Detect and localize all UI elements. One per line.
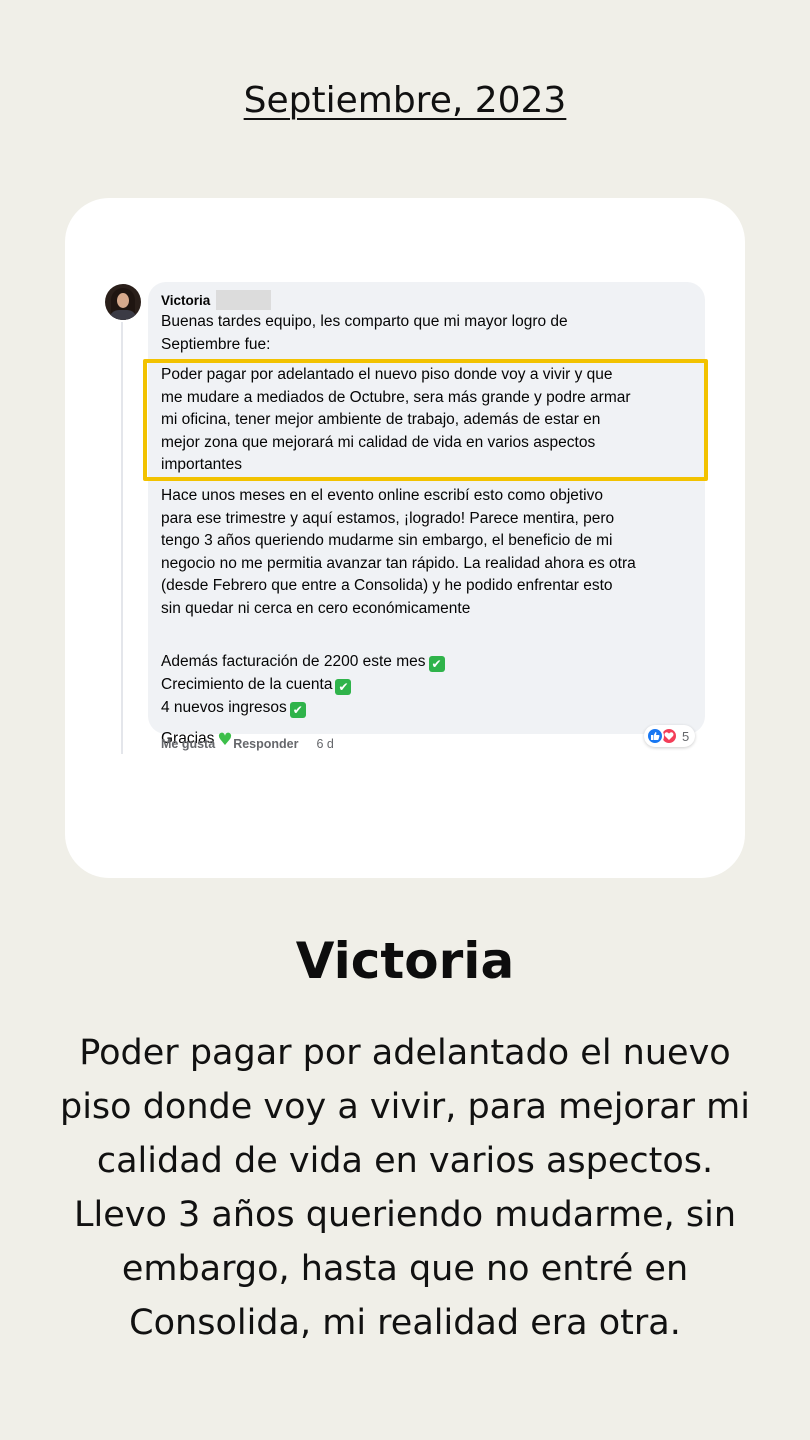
- thread-line: [121, 322, 123, 754]
- highlight-box: [143, 359, 708, 481]
- like-button[interactable]: Me gusta: [161, 737, 215, 751]
- check-icon: ✔: [289, 701, 306, 718]
- comment-intro: Buenas tardes equipo, les comparto que m…: [161, 313, 568, 353]
- avatar-shirt: [109, 310, 137, 320]
- reaction-count: 5: [682, 728, 690, 744]
- comment-author-name[interactable]: Victoria: [161, 293, 210, 308]
- comment-timestamp[interactable]: 6 d: [316, 737, 333, 751]
- reply-button[interactable]: Responder: [233, 737, 298, 751]
- comment-paragraph: Hace unos meses en el evento online escr…: [161, 487, 636, 617]
- like-icon: [646, 727, 664, 745]
- check-icon: ✔: [335, 678, 352, 695]
- testimonial-name: Victoria: [295, 932, 515, 990]
- date-title: Septiembre, 2023: [243, 80, 567, 121]
- redacted-surname: [216, 290, 272, 310]
- testimonial-summary: Poder pagar por adelantado el nuevo piso…: [59, 1033, 751, 1343]
- check-icon: ✔: [428, 655, 445, 672]
- comment-author-row: Victoria: [161, 290, 272, 310]
- avatar[interactable]: [105, 284, 141, 320]
- avatar-face: [117, 293, 129, 308]
- comment-actions: Me gusta Responder 6 d: [161, 737, 334, 751]
- reactions-summary[interactable]: 5: [644, 725, 696, 747]
